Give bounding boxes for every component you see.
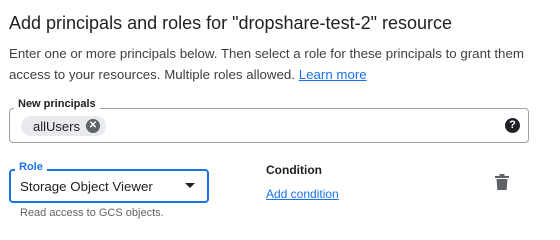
new-principals-input[interactable]: allUsers ✕ ? — [9, 108, 529, 143]
close-circle-icon[interactable]: ✕ — [85, 119, 100, 133]
condition-label: Condition — [266, 163, 322, 177]
description: Enter one or more principals below. Then… — [9, 43, 549, 85]
help-icon[interactable]: ? — [505, 118, 520, 133]
principal-chip-label: allUsers — [33, 118, 80, 134]
new-principals-label: New principals — [14, 98, 100, 110]
description-text: Enter one or more principals below. Then… — [9, 46, 524, 82]
dropdown-arrow-icon — [185, 183, 195, 188]
role-selected-value: Storage Object Viewer — [20, 179, 153, 194]
role-label: Role — [15, 161, 47, 173]
delete-role-button[interactable] — [495, 174, 509, 190]
trash-icon — [495, 174, 509, 190]
role-select[interactable]: Storage Object Viewer — [9, 169, 209, 203]
page-title: Add principals and roles for "dropshare-… — [9, 13, 452, 33]
role-helper-text: Read access to GCS objects. — [20, 207, 164, 219]
learn-more-link[interactable]: Learn more — [299, 67, 367, 82]
add-condition-link[interactable]: Add condition — [266, 187, 339, 201]
principal-chip[interactable]: allUsers ✕ — [21, 116, 106, 136]
add-principals-dialog: Add principals and roles for "dropshare-… — [0, 0, 560, 240]
